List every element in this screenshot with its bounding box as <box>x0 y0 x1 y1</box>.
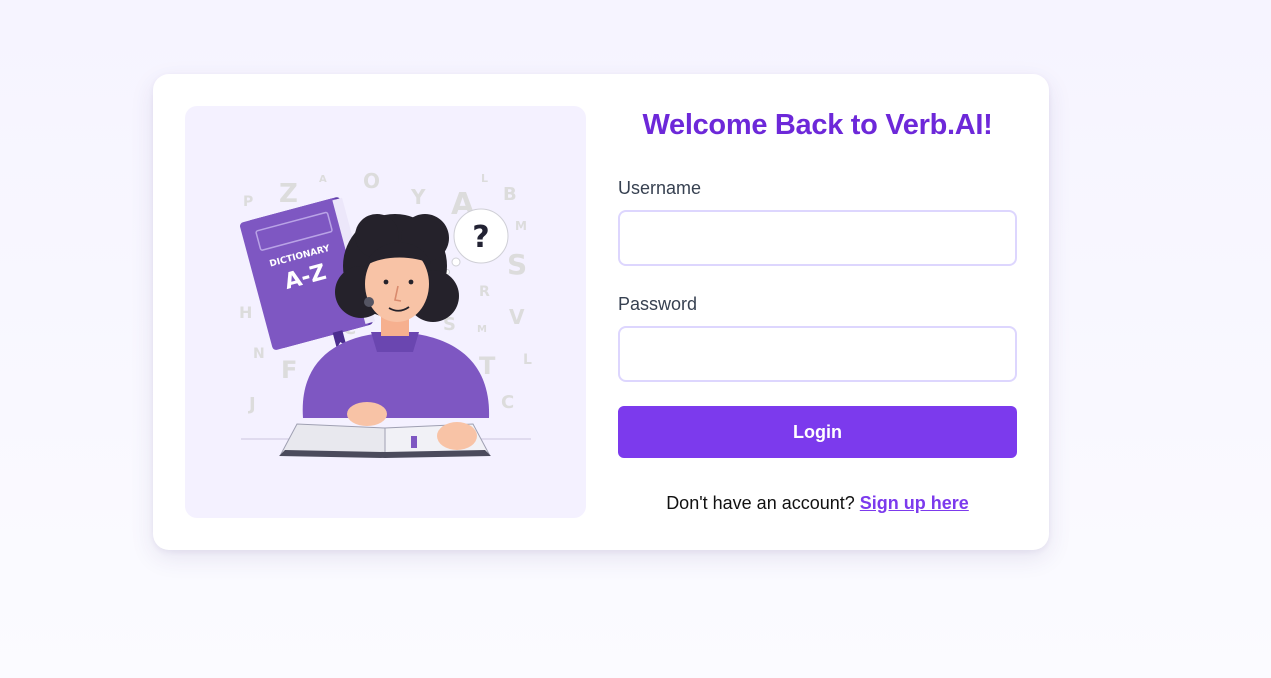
left-hand <box>347 402 387 426</box>
illustration-panel: Z A O Y L A B P M E S H R V N C S M F T <box>185 106 586 518</box>
floating-letter: Z <box>279 179 298 209</box>
floating-letter: J <box>247 394 256 415</box>
floating-letter: V <box>509 305 525 329</box>
signup-prompt: Don't have an account? <box>666 493 855 513</box>
floating-letter: O <box>363 169 380 193</box>
username-input[interactable] <box>618 210 1017 266</box>
password-label: Password <box>618 294 698 314</box>
username-label: Username <box>618 178 702 198</box>
floating-letter: A <box>319 174 327 185</box>
question-mark: ? <box>472 220 489 255</box>
login-form: Welcome Back to Verb.AI! Username Passwo… <box>618 106 1017 513</box>
floating-letter: P <box>243 194 253 210</box>
login-card: Z A O Y L A B P M E S H R V N C S M F T <box>153 74 1049 550</box>
floating-letter: T <box>479 352 496 380</box>
reading-woman-illustration: Z A O Y L A B P M E S H R V N C S M F T <box>239 169 532 458</box>
floating-letter: R <box>479 284 490 300</box>
password-input[interactable] <box>618 326 1017 382</box>
floating-letter: B <box>503 184 517 205</box>
page-title: Welcome Back to Verb.AI! <box>642 109 993 141</box>
floating-letter: F <box>281 356 297 384</box>
signup-link[interactable]: Sign up here <box>860 493 969 513</box>
floating-letter: S <box>507 248 527 281</box>
floating-letter: C <box>501 392 514 413</box>
floating-letter: Y <box>410 185 426 209</box>
floating-letter: M <box>515 219 527 233</box>
right-hand <box>437 422 477 450</box>
floating-letter: L <box>481 172 488 185</box>
signup-row: Don't have an account? Sign up here <box>618 493 1017 514</box>
floating-letter: L <box>523 352 532 368</box>
floating-letter: N <box>253 346 265 362</box>
floating-letter: M <box>477 324 487 335</box>
floating-letter: H <box>239 303 252 322</box>
login-button[interactable]: Login <box>618 406 1017 458</box>
